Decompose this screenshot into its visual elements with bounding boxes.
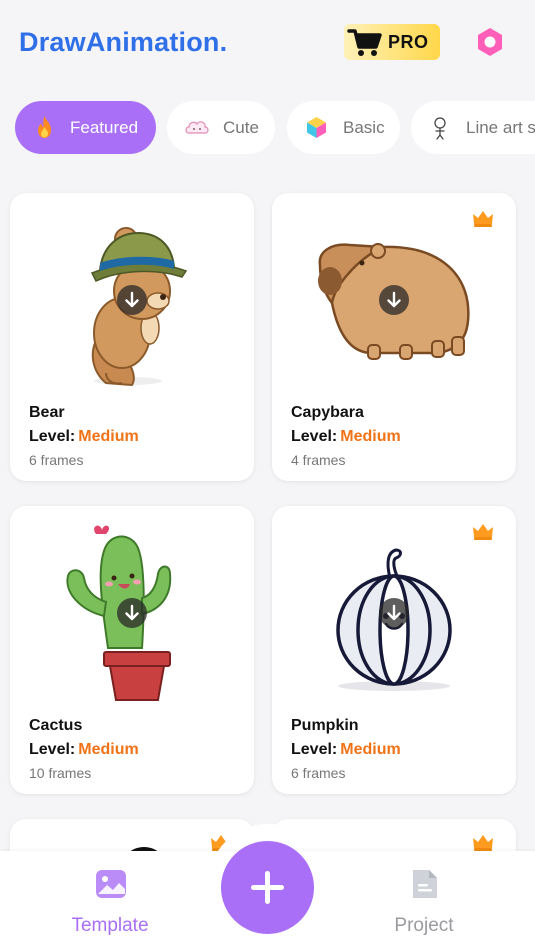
template-level: Level: Medium: [291, 741, 401, 759]
template-level: Level: Medium: [29, 741, 139, 759]
chip-line-art[interactable]: Line art s: [411, 101, 535, 154]
template-card-pumpkin[interactable]: Pumpkin Level: Medium 6 frames: [272, 506, 516, 794]
level-value: Medium: [78, 741, 139, 758]
create-button[interactable]: [221, 841, 314, 934]
chip-label-featured: Featured: [70, 118, 139, 137]
hexagon-settings-icon[interactable]: [474, 26, 506, 58]
nav-label-project: Project: [394, 915, 454, 936]
template-level: Level: Medium: [291, 428, 401, 446]
level-label: Level:: [291, 428, 338, 445]
level-label: Level:: [29, 741, 76, 758]
template-name: Pumpkin: [291, 717, 359, 734]
template-frames: 6 frames: [29, 452, 84, 468]
template-name: Cactus: [29, 717, 83, 734]
template-frames: 10 frames: [29, 765, 92, 781]
chip-label-basic: Basic: [343, 118, 385, 137]
image-gallery-icon: [96, 870, 126, 898]
premium-crown-icon: [473, 835, 493, 851]
chip-basic[interactable]: Basic: [287, 101, 400, 154]
level-label: Level:: [291, 741, 338, 758]
template-name: Bear: [29, 404, 65, 421]
nav-tab-project[interactable]: Project: [354, 851, 494, 951]
lineart-icon: [434, 117, 446, 140]
app-title: DrawAnimation.: [19, 27, 228, 57]
chip-label-cute: Cute: [223, 118, 259, 137]
premium-crown-icon: [473, 524, 493, 540]
pro-button[interactable]: PRO: [344, 24, 440, 60]
template-name: Capybara: [291, 404, 364, 421]
download-icon[interactable]: [379, 598, 409, 628]
level-value: Medium: [340, 428, 401, 445]
chip-featured[interactable]: Featured: [15, 101, 156, 154]
pro-label: PRO: [388, 32, 429, 52]
template-card-cactus[interactable]: Cactus Level: Medium 10 frames: [10, 506, 254, 794]
fire-icon: [38, 116, 51, 138]
level-value: Medium: [340, 741, 401, 758]
level-label: Level:: [29, 428, 76, 445]
chip-cute[interactable]: Cute: [167, 101, 275, 154]
download-icon[interactable]: [117, 285, 147, 315]
cart-icon: [347, 29, 382, 56]
document-icon: [413, 870, 437, 898]
download-icon[interactable]: [117, 598, 147, 628]
template-frames: 6 frames: [291, 765, 346, 781]
chip-label-line-art: Line art s: [466, 118, 535, 137]
premium-crown-icon: [473, 211, 493, 227]
template-card-bear[interactable]: Bear Level: Medium 6 frames: [10, 193, 254, 481]
app-header: DrawAnimation. PRO: [0, 0, 535, 90]
nav-tab-template[interactable]: Template: [40, 851, 180, 951]
cube-icon: [307, 117, 326, 138]
level-value: Medium: [78, 428, 139, 445]
download-icon[interactable]: [379, 285, 409, 315]
cute-cloud-icon: [185, 121, 209, 134]
template-card-capybara[interactable]: Capybara Level: Medium 4 frames: [272, 193, 516, 481]
template-frames: 4 frames: [291, 452, 346, 468]
nav-label-template: Template: [71, 915, 149, 936]
template-level: Level: Medium: [29, 428, 139, 446]
category-chips: Featured Cute Basic Line art s: [0, 101, 535, 155]
